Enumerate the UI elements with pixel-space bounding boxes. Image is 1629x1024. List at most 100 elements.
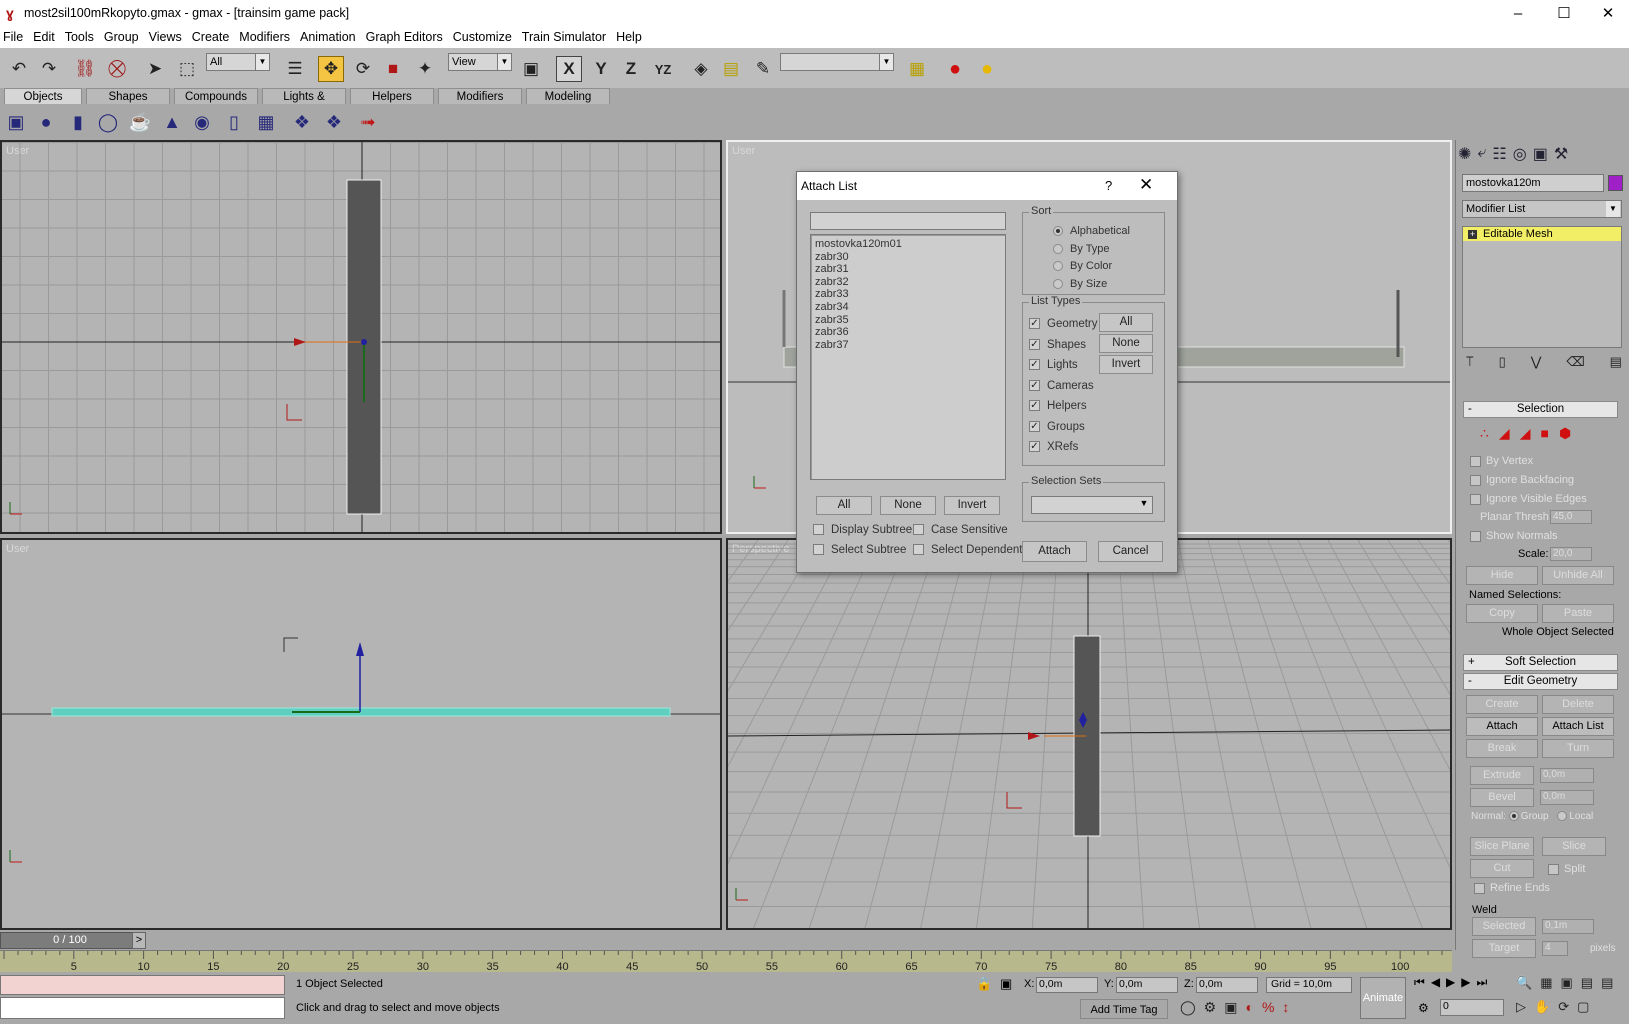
menu-file[interactable]: File — [0, 28, 28, 47]
current-frame-field[interactable]: 0 — [1440, 999, 1504, 1016]
tab-modifiers[interactable]: Modifiers — [438, 88, 522, 104]
scale-spinner[interactable]: 20,0 — [1550, 547, 1592, 561]
list-all-button[interactable]: All — [816, 496, 872, 515]
region-select-icon[interactable]: ⬚ — [174, 56, 200, 82]
polygon-icon[interactable]: ■ — [1540, 425, 1548, 445]
restrict-plane-icon[interactable]: YZ — [650, 56, 676, 82]
selection-filter-dropdown[interactable]: All ▼ — [206, 53, 270, 71]
cameras-checkbox[interactable]: ✓ Cameras — [1029, 376, 1098, 397]
sort-by-color-radio[interactable]: By Color — [1053, 258, 1130, 276]
weld-selected-button[interactable]: Selected — [1472, 917, 1536, 936]
restrict-x-icon[interactable]: X — [556, 56, 582, 82]
key-mode-icon[interactable]: ⚙ — [1418, 1001, 1429, 1015]
list-item[interactable]: zabr33 — [815, 288, 1001, 301]
helpers-checkbox[interactable]: ✓ Helpers — [1029, 396, 1098, 417]
minimize-button[interactable]: – — [1495, 0, 1541, 28]
maxscript-listener-mini[interactable] — [0, 975, 285, 995]
go-to-start-icon[interactable]: ⏮ — [1414, 975, 1425, 995]
cone-icon[interactable]: ▲ — [160, 110, 184, 134]
select-and-rotate-icon[interactable]: ⟳ — [350, 56, 376, 82]
show-normals-checkbox[interactable]: Show Normals — [1470, 530, 1558, 542]
list-item[interactable]: mostovka120m01 — [815, 238, 1001, 251]
next-frame-icon[interactable]: ▶ — [1461, 975, 1470, 995]
element-icon[interactable]: ⬢ — [1559, 425, 1571, 445]
case-sensitive-checkbox[interactable]: Case Sensitive — [913, 524, 1008, 536]
plane-icon[interactable]: ▦ — [254, 110, 278, 134]
tube-icon[interactable]: ▯ — [222, 110, 246, 134]
redo-icon[interactable]: ↷ — [36, 56, 62, 82]
lock-selection-icon[interactable]: 🔒 — [976, 976, 992, 992]
dialog-close-icon[interactable]: ✕ — [1139, 175, 1153, 195]
zoom-icon[interactable]: 🔍 — [1516, 975, 1532, 995]
unlink-icon[interactable]: ⛒ — [104, 56, 130, 82]
vertex-icon[interactable]: ∴ — [1480, 425, 1489, 445]
sort-by-type-radio[interactable]: By Type — [1053, 241, 1130, 259]
stack-item-editable-mesh[interactable]: + Editable Mesh — [1463, 227, 1621, 241]
edge-icon[interactable]: ◢ — [1499, 425, 1510, 445]
box-icon[interactable]: ▣ — [4, 110, 28, 134]
trackbar[interactable]: 5 10 15 20 25 30 35 40 45 50 55 60 65 70 75 80 85 90 95 100 — [0, 950, 1457, 973]
go-to-end-icon[interactable]: ⏭ — [1477, 975, 1488, 995]
weld-target-spinner[interactable]: 4 — [1542, 941, 1568, 956]
list-item[interactable]: zabr37 — [815, 339, 1001, 352]
close-button[interactable]: ✕ — [1585, 0, 1629, 28]
delete-button[interactable]: Delete — [1542, 695, 1614, 714]
create-panel-icon[interactable]: ✺ — [1458, 144, 1471, 168]
unhide-all-button[interactable]: Unhide All — [1542, 566, 1614, 585]
hierarchy-panel-icon[interactable]: ☷ — [1492, 144, 1506, 168]
spinner-snap-icon[interactable]: ↕ — [1282, 999, 1289, 1019]
z-coord-field[interactable]: 0,0m — [1196, 977, 1258, 993]
break-button[interactable]: Break — [1466, 739, 1538, 758]
select-dependents-checkbox[interactable]: Select Dependents — [913, 544, 1028, 556]
ignore-backfacing-checkbox[interactable]: Ignore Backfacing — [1470, 474, 1574, 486]
xrefs-checkbox[interactable]: ✓ XRefs — [1029, 437, 1098, 458]
torus-icon[interactable]: ◯ — [96, 110, 120, 134]
cylinder-icon[interactable]: ▮ — [66, 110, 90, 134]
create-button[interactable]: Create — [1466, 695, 1538, 714]
add-time-tag-button[interactable]: Add Time Tag — [1080, 999, 1168, 1019]
help-button[interactable]: ? — [1105, 178, 1112, 193]
menu-graph-editors[interactable]: Graph Editors — [361, 28, 448, 47]
menu-edit[interactable]: Edit — [28, 28, 60, 47]
cut-button[interactable]: Cut — [1470, 859, 1534, 878]
sort-by-size-radio[interactable]: By Size — [1053, 276, 1130, 294]
extrude-spinner[interactable]: 0,0m — [1540, 768, 1594, 783]
turn-button[interactable]: Turn — [1542, 739, 1614, 758]
modify-panel-icon[interactable]: ⤶ — [1477, 144, 1486, 168]
tab-shapes[interactable]: Shapes — [86, 88, 170, 104]
menu-train-simulator[interactable]: Train Simulator — [517, 28, 611, 47]
maximize-button[interactable]: ☐ — [1541, 0, 1587, 28]
menu-views[interactable]: Views — [144, 28, 187, 47]
menu-customize[interactable]: Customize — [448, 28, 517, 47]
previous-frame-icon[interactable]: ◀ — [1431, 975, 1440, 995]
ignore-visible-edges-checkbox[interactable]: Ignore Visible Edges — [1470, 493, 1587, 505]
angle-snap-icon[interactable]: ◐ — [1245, 999, 1253, 1019]
pan-icon[interactable]: ✋ — [1534, 999, 1550, 1019]
list-item[interactable]: zabr34 — [815, 301, 1001, 314]
dummy-icon[interactable]: ❖ — [290, 110, 314, 134]
percent-snap-icon[interactable]: % — [1262, 999, 1274, 1019]
types-none-button[interactable]: None — [1099, 334, 1153, 353]
object-list[interactable]: mostovka120m01 zabr30 zabr31 zabr32 zabr… — [810, 234, 1006, 480]
hide-button[interactable]: Hide — [1466, 566, 1538, 585]
animate-button[interactable]: Animate — [1360, 977, 1406, 1019]
pivot-center-icon[interactable]: ▣ — [518, 56, 544, 82]
select-manipulate-icon[interactable]: ✦ — [412, 56, 438, 82]
sphere-icon[interactable]: ● — [34, 110, 58, 134]
tab-objects[interactable]: Objects — [4, 88, 82, 104]
copy-button[interactable]: Copy — [1466, 604, 1538, 623]
time-config-icon[interactable]: ▤ — [1601, 975, 1613, 995]
zoom-extents-all-icon[interactable]: ▤ — [1581, 975, 1593, 995]
list-item[interactable]: zabr36 — [815, 326, 1001, 339]
geometry-checkbox[interactable]: ✓ Geometry — [1029, 314, 1098, 335]
split-checkbox[interactable]: Split — [1548, 863, 1585, 875]
show-end-result-icon[interactable]: ▯ — [1499, 354, 1506, 374]
object-name-field[interactable]: mostovka120m — [1462, 174, 1604, 192]
tab-modeling[interactable]: Modeling — [526, 88, 610, 104]
absolute-mode-icon[interactable]: ▣ — [1000, 976, 1012, 992]
select-and-move-icon[interactable]: ✥ — [318, 56, 344, 82]
bevel-button[interactable]: Bevel — [1470, 788, 1534, 807]
teapot-icon[interactable]: ☕ — [128, 110, 152, 134]
select-by-name-icon[interactable]: ☰ — [282, 56, 308, 82]
list-item[interactable]: zabr31 — [815, 263, 1001, 276]
